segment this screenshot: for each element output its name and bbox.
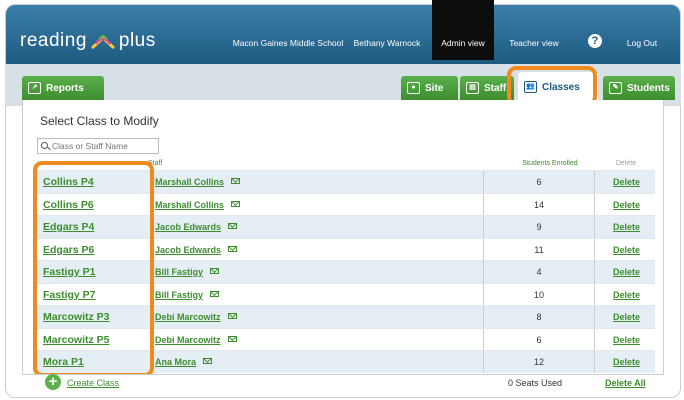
delete-link[interactable]: Delete xyxy=(613,222,640,232)
school-name[interactable]: Macon Gaines Middle School xyxy=(228,0,348,60)
column-header-staff: Staff xyxy=(148,160,163,167)
delete-link[interactable]: Delete xyxy=(613,177,640,187)
staff-name: Marshall Collins xyxy=(155,199,225,210)
staff-name-link[interactable]: Bill Fastigy xyxy=(155,289,220,300)
email-icon[interactable] xyxy=(228,245,238,252)
table-row: Fastigy P1 Bill Fastigy 4 Delete xyxy=(33,260,655,283)
staff-name: Bill Fastigy xyxy=(155,289,204,300)
class-name-link[interactable]: Collins P6 xyxy=(43,199,94,211)
students-icon: ✎ xyxy=(609,82,622,94)
search-icon xyxy=(41,142,48,149)
user-name[interactable]: Bethany Warnock xyxy=(346,0,428,60)
class-name-link[interactable]: Collins P4 xyxy=(43,176,94,188)
email-icon[interactable] xyxy=(231,178,241,184)
help-icon[interactable]: ? xyxy=(588,34,602,48)
table-row: Collins P6 Marshall Collins 14 Delete xyxy=(33,192,655,216)
tab-students[interactable]: ✎ Students xyxy=(603,76,675,100)
teacher-view-tab[interactable]: Teacher view xyxy=(498,0,570,60)
staff-name-link[interactable]: Marshall Collins xyxy=(155,177,241,187)
admin-view-tab[interactable]: Admin view xyxy=(432,0,494,60)
email-icon[interactable] xyxy=(231,200,241,207)
students-enrolled: 8 xyxy=(483,306,595,328)
students-enrolled: 6 xyxy=(483,171,595,193)
logo-text-left: reading xyxy=(20,30,87,51)
staff-name-link[interactable]: Ana Mora xyxy=(155,357,213,367)
staff-name-link[interactable]: Jacob Edwards xyxy=(155,222,238,232)
delete-link[interactable]: Delete xyxy=(613,335,640,345)
staff-name: Jacob Edwards xyxy=(155,222,222,232)
tab-classes[interactable]: 👥 Classes xyxy=(518,72,598,102)
reading-plus-logo[interactable]: reading plus xyxy=(20,29,156,53)
tab-site-label: Site xyxy=(425,82,444,94)
students-enrolled: 9 xyxy=(483,216,595,238)
delete-link[interactable]: Delete xyxy=(613,267,640,277)
class-name-link[interactable]: Marcowitz P3 xyxy=(43,311,110,323)
tab-classes-label: Classes xyxy=(542,81,580,93)
table-row: Edgars P6 Jacob Edwards 11 Delete xyxy=(33,237,655,261)
students-enrolled: 6 xyxy=(483,328,595,351)
classes-icon: 👥 xyxy=(524,81,537,93)
delete-link[interactable]: Delete xyxy=(613,312,640,322)
delete-all-link[interactable]: Delete All xyxy=(605,378,646,388)
staff-name-link[interactable]: Bill Fastigy xyxy=(155,267,220,277)
staff-icon: ▤ xyxy=(466,82,479,94)
class-name-link[interactable]: Edgars P6 xyxy=(43,244,94,256)
table-row: Edgars P4 Jacob Edwards 9 Delete xyxy=(33,215,655,238)
students-enrolled: 12 xyxy=(483,351,595,373)
seats-used: 0 Seats Used xyxy=(508,378,563,388)
class-name-link[interactable]: Edgars P4 xyxy=(43,221,94,233)
logout-link[interactable]: Log Out xyxy=(612,0,672,60)
table-row: Marcowitz P5 Debi Marcowitz 6 Delete xyxy=(33,327,655,351)
logo-text-right: plus xyxy=(118,30,156,51)
table-row: Fastigy P7 Bill Fastigy 10 Delete xyxy=(33,282,655,306)
create-class-link[interactable]: Create Class xyxy=(67,378,119,388)
class-table: Collins P4 Marshall Collins 6 Delete Col… xyxy=(33,170,655,373)
tab-students-label: Students xyxy=(627,82,670,94)
students-enrolled: 4 xyxy=(483,261,595,283)
students-enrolled: 14 xyxy=(483,193,595,216)
email-icon[interactable] xyxy=(227,335,237,342)
tab-reports-label: Reports xyxy=(46,82,84,94)
logo-book-icon xyxy=(90,35,115,50)
staff-name-link[interactable]: Marshall Collins xyxy=(155,199,241,210)
staff-name: Marshall Collins xyxy=(155,177,225,187)
tab-reports[interactable]: ↗ Reports xyxy=(22,76,104,100)
staff-name: Debi Marcowitz xyxy=(155,334,221,345)
class-name-link[interactable]: Fastigy P1 xyxy=(43,266,96,278)
delete-link[interactable]: Delete xyxy=(613,200,640,210)
students-enrolled: 11 xyxy=(483,238,595,261)
email-icon[interactable] xyxy=(227,313,237,319)
tab-staff[interactable]: ▤ Staff xyxy=(460,76,514,100)
table-row: Marcowitz P3 Debi Marcowitz 8 Delete xyxy=(33,305,655,328)
staff-name: Debi Marcowitz xyxy=(155,312,221,322)
tab-site[interactable]: ● Site xyxy=(401,76,458,100)
students-enrolled: 10 xyxy=(483,283,595,306)
delete-link[interactable]: Delete xyxy=(613,290,640,300)
table-row: Mora P1 Ana Mora 12 Delete xyxy=(33,350,655,373)
staff-name: Bill Fastigy xyxy=(155,267,204,277)
email-icon[interactable] xyxy=(228,223,238,229)
chart-icon: ↗ xyxy=(28,82,41,94)
staff-name: Ana Mora xyxy=(155,357,197,367)
search-input[interactable] xyxy=(37,138,159,154)
add-icon[interactable]: + xyxy=(45,374,61,390)
class-name-link[interactable]: Marcowitz P5 xyxy=(43,334,110,346)
table-row: Collins P4 Marshall Collins 6 Delete xyxy=(33,170,655,193)
site-icon: ● xyxy=(407,82,420,94)
email-icon[interactable] xyxy=(203,358,213,364)
staff-name-link[interactable]: Debi Marcowitz xyxy=(155,335,237,345)
page-title: Select Class to Modify xyxy=(40,114,159,128)
tab-staff-label: Staff xyxy=(484,82,507,94)
class-name-link[interactable]: Mora P1 xyxy=(43,356,84,368)
email-icon[interactable] xyxy=(210,268,220,274)
column-header-enrolled: Students Enrolled xyxy=(522,160,578,167)
column-header-delete: Delete xyxy=(615,160,637,167)
delete-link[interactable]: Delete xyxy=(613,245,640,255)
email-icon[interactable] xyxy=(210,290,220,297)
staff-name-link[interactable]: Debi Marcowitz xyxy=(155,312,237,322)
class-name-link[interactable]: Fastigy P7 xyxy=(43,289,96,301)
delete-link[interactable]: Delete xyxy=(613,357,640,367)
staff-name-link[interactable]: Jacob Edwards xyxy=(155,244,238,255)
staff-name: Jacob Edwards xyxy=(155,244,222,255)
